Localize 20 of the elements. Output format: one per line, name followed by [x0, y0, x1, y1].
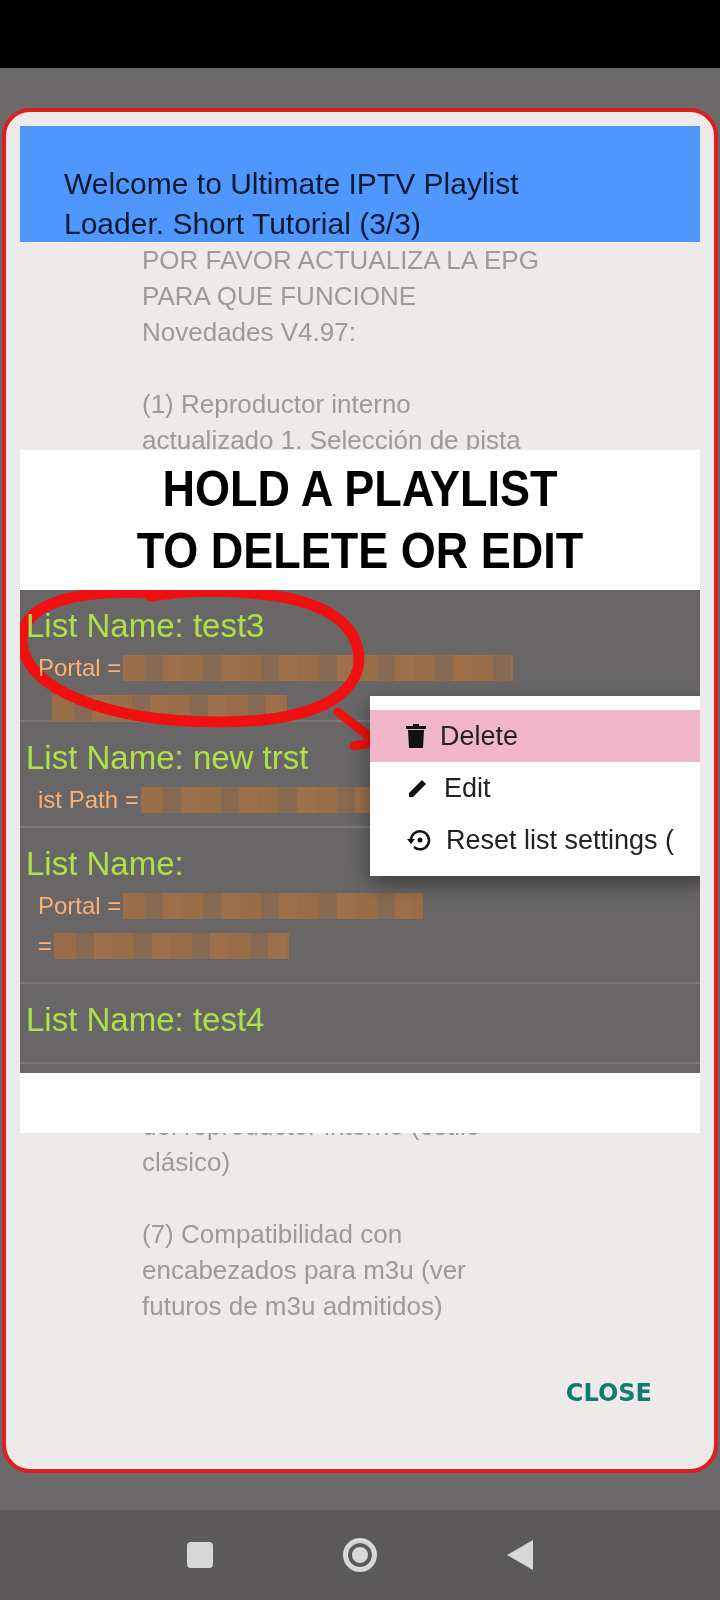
message-text: POR FAVOR ACTUALIZA LA EPG PARA QUE FUNCIONE Novedades V4.97:: [142, 244, 539, 349]
playlist-detail: Portal =: [38, 654, 122, 682]
playlist-detail: ist Path =: [38, 786, 139, 814]
dialog-title: Welcome to Ultimate IPTV Playlist Loader. Short Tutorial (3/3): [64, 166, 520, 242]
playlist-detail: =: [38, 932, 52, 960]
playlist-detail: Portal =: [38, 892, 122, 920]
playlist-name: List Name: test4: [26, 1000, 266, 1040]
message-text: (7) Compatibilidad con encabezados para m3u (ver futuros de m3u admitidos): [142, 1218, 466, 1323]
home-button[interactable]: [343, 1538, 377, 1572]
message-text: (1) Reproductor interno actualizado 1. Selección de pista: [142, 388, 521, 457]
menu-item[interactable]: Edit: [370, 762, 700, 814]
playlist-name: List Name: test3: [26, 606, 266, 646]
trash-icon: [406, 724, 426, 748]
tutorial-heading: HOLD A PLAYLIST TO DELETE OR EDIT: [135, 460, 585, 581]
reset-icon: [406, 828, 432, 852]
menu-item[interactable]: Reset list settings (: [370, 814, 700, 866]
back-button[interactable]: [507, 1540, 533, 1570]
close-button[interactable]: CLOSE: [559, 1375, 658, 1411]
playlist-name: List Name: new trst: [26, 738, 310, 778]
menu-item[interactable]: Delete: [370, 710, 700, 762]
